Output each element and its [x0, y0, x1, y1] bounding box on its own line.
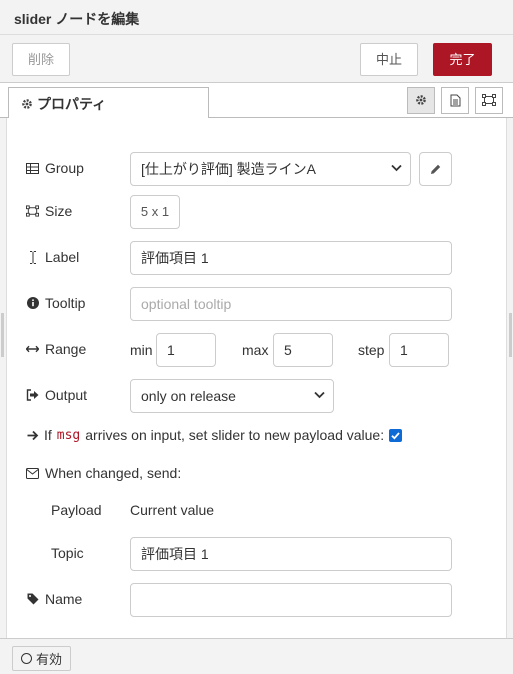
dialog-footer: 有効	[0, 638, 513, 674]
range-label-text: Range	[45, 341, 87, 357]
range-label: Range	[26, 341, 86, 357]
if-msg-suffix: arrives on input, set slider to new payl…	[85, 427, 385, 443]
tag-icon	[26, 593, 39, 606]
max-label: max	[242, 342, 269, 358]
dialog-title: slider ノードを編集	[0, 0, 513, 35]
name-label: Name	[26, 591, 82, 607]
tab-bar: プロパティ	[0, 83, 513, 119]
gear-icon	[415, 92, 427, 108]
tooltip-label-text: Tooltip	[45, 295, 86, 311]
label-label-text: Label	[45, 249, 80, 265]
pass-through-checkbox[interactable]	[389, 428, 403, 442]
size-label-text: Size	[45, 203, 73, 219]
name-input[interactable]	[130, 583, 452, 617]
frame-icon	[482, 92, 496, 108]
resize-icon	[26, 205, 39, 218]
group-label-text: Group	[45, 160, 84, 176]
group-select[interactable]: [仕上がり評価] 製造ラインA	[130, 152, 411, 186]
tooltip-input[interactable]: optional tooltip	[130, 287, 452, 321]
payload-label: Payload	[51, 502, 102, 518]
output-select[interactable]: only on release	[130, 379, 334, 413]
delete-button[interactable]: 削除	[12, 43, 70, 76]
left-resize-handle[interactable]	[1, 313, 4, 357]
circle-icon	[20, 653, 32, 664]
max-input[interactable]: 5	[273, 333, 333, 367]
payload-value: Current value	[130, 502, 215, 518]
if-msg-prefix: If	[44, 427, 52, 443]
right-resize-handle[interactable]	[509, 313, 512, 357]
label-input[interactable]: 評価項目 1	[130, 241, 452, 275]
tab-appearance[interactable]	[475, 87, 503, 114]
size-label: Size	[26, 203, 72, 219]
tab-properties-label: プロパティ	[37, 96, 107, 112]
text-cursor-icon	[26, 250, 39, 264]
tooltip-label: Tooltip	[26, 295, 85, 311]
step-input[interactable]: 1	[389, 333, 449, 367]
arrows-horizontal-icon	[26, 343, 39, 356]
dialog-toolbar: 削除 中止 完了	[0, 35, 513, 83]
when-changed-text: When changed, send:	[45, 465, 182, 481]
output-select-value: only on release	[141, 388, 236, 404]
chevron-down-icon	[314, 380, 325, 412]
gear-icon	[21, 97, 33, 113]
done-button[interactable]: 完了	[433, 43, 492, 76]
info-icon	[26, 297, 39, 310]
msg-code: msg	[56, 427, 81, 443]
sign-out-icon	[26, 389, 39, 402]
topic-label: Topic	[51, 545, 84, 561]
tab-settings[interactable]	[407, 87, 435, 114]
size-button[interactable]: 5 x 1	[130, 195, 180, 229]
tab-properties[interactable]: プロパティ	[8, 87, 209, 119]
name-label-text: Name	[45, 591, 83, 607]
group-select-value: [仕上がり評価] 製造ラインA	[141, 161, 317, 177]
left-resize-strip	[0, 118, 7, 638]
min-input[interactable]: 1	[156, 333, 216, 367]
envelope-icon	[26, 467, 39, 480]
output-label: Output	[26, 387, 87, 403]
enabled-toggle-button[interactable]: 有効	[12, 646, 71, 671]
when-changed-label: When changed, send:	[26, 465, 181, 481]
table-icon	[26, 162, 39, 175]
label-label: Label	[26, 249, 79, 265]
min-label: min	[130, 342, 153, 358]
if-msg-row: If msg arrives on input, set slider to n…	[26, 427, 403, 443]
document-icon	[450, 92, 461, 108]
topic-input[interactable]: 評価項目 1	[130, 537, 452, 571]
cancel-button[interactable]: 中止	[360, 43, 418, 76]
pencil-icon	[430, 161, 441, 177]
step-label: step	[358, 342, 385, 358]
tab-description[interactable]	[441, 87, 469, 114]
enabled-label: 有効	[35, 652, 62, 667]
output-label-text: Output	[45, 387, 88, 403]
chevron-down-icon	[391, 153, 402, 185]
edit-group-button[interactable]	[419, 152, 452, 186]
arrow-right-icon	[26, 429, 39, 442]
right-resize-strip	[506, 118, 513, 638]
group-label: Group	[26, 160, 84, 176]
